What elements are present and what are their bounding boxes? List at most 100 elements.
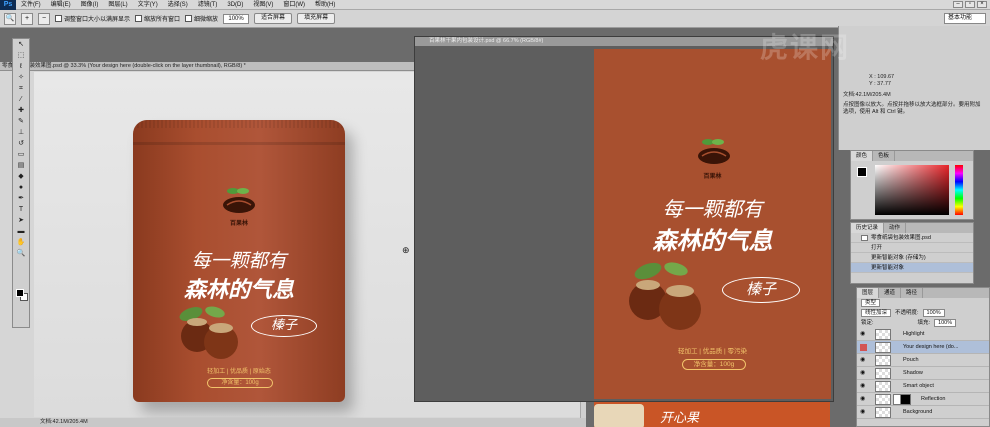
window-controls: – ▫ × (953, 1, 990, 8)
foreground-color-swatch[interactable] (857, 167, 867, 177)
color-panel-tabs: 颜色 色板 (851, 151, 973, 161)
menu-bar: Ps 文件(F) 编辑(E) 图像(I) 图层(L) 文字(Y) 选择(S) 滤… (0, 0, 990, 10)
history-item[interactable]: 更新智能对象 (存储为) (851, 253, 973, 263)
marquee-tool-icon[interactable]: ⬚ (14, 51, 28, 61)
zoom-tool-icon[interactable]: 🔍 (14, 249, 28, 259)
pouch-mockup: 百果林 每一颗都有 森林的气息 榛子 轻加工 | 优品质 | 原始态 净含量：1… (133, 120, 345, 402)
layer-row[interactable]: ◉ Reflection (857, 393, 989, 406)
blur-tool-icon[interactable]: ◆ (14, 172, 28, 182)
layer-thumbnail (875, 381, 891, 392)
minimize-icon[interactable]: – (953, 1, 963, 8)
restore-icon[interactable]: ▫ (965, 1, 975, 8)
magic-wand-tool-icon[interactable]: ✧ (14, 73, 28, 83)
zoom-out-icon[interactable]: − (38, 12, 50, 25)
path-select-tool-icon[interactable]: ➤ (14, 216, 28, 226)
eye-icon[interactable]: ◉ (860, 409, 867, 416)
menu-file[interactable]: 文件(F) (16, 0, 46, 10)
shape-tool-icon[interactable]: ▬ (14, 227, 28, 237)
layer-row[interactable]: ◉ Shadow (857, 367, 989, 380)
type-tool-icon[interactable]: T (14, 205, 28, 215)
stamp-tool-icon[interactable]: ⊥ (14, 128, 28, 138)
menu-help[interactable]: 帮助(H) (310, 0, 340, 10)
tab-history[interactable]: 历史记录 (851, 223, 885, 233)
layer-thumbnail (875, 407, 891, 418)
zoom-in-icon[interactable]: + (21, 12, 33, 25)
pen-tool-icon[interactable]: ✒ (14, 194, 28, 204)
eraser-tool-icon[interactable]: ▭ (14, 150, 28, 160)
menu-layer[interactable]: 图层(L) (103, 0, 132, 10)
hand-tool-icon[interactable]: ✋ (14, 238, 28, 248)
brand-logo (698, 139, 730, 164)
tab-actions[interactable]: 动作 (884, 223, 907, 233)
opacity-field[interactable]: 100% (922, 309, 945, 317)
tab-paths[interactable]: 路径 (901, 288, 924, 298)
menu-window[interactable]: 窗口(W) (278, 0, 310, 10)
history-item[interactable]: 打开 (851, 243, 973, 253)
info-panel: X : 109.67 Y : 37.77 文档:42.1M/205.4M 点按图… (838, 26, 990, 150)
fit-screen-button[interactable]: 适合屏幕 (254, 13, 293, 24)
document-window-third[interactable]: 开心果 (594, 402, 830, 427)
color-field[interactable] (875, 165, 949, 215)
tab-layers[interactable]: 图层 (857, 288, 880, 298)
scrubby-zoom-checkbox[interactable]: 细微缩放 (185, 14, 218, 23)
menu-edit[interactable]: 编辑(E) (46, 0, 76, 10)
menu-image[interactable]: 图像(I) (76, 0, 104, 10)
layer-row[interactable]: ◉ Pouch (857, 354, 989, 367)
tab-channels[interactable]: 通道 (879, 288, 902, 298)
tool-hint: 点按图像以放大。点按并拖移以放大选框部分。要用附加选项，使用 Alt 和 Ctr… (843, 102, 981, 115)
slogan-line-1: 每一颗都有 (191, 250, 287, 272)
eye-icon[interactable]: ◉ (860, 396, 867, 403)
eye-icon[interactable]: ◉ (860, 383, 867, 390)
dodge-tool-icon[interactable]: ● (14, 183, 28, 193)
zoom-value-field[interactable]: 100% (223, 13, 250, 24)
hue-slider[interactable] (955, 165, 963, 215)
toolbox: ↖ ⬚ ℓ ✧ ⌗ ⁄ ✚ ✎ ⊥ ↺ ▭ ▤ ◆ ● ✒ T ➤ ▬ ✋ 🔍 (12, 38, 30, 328)
brush-tool-icon[interactable]: ✎ (14, 117, 28, 127)
x-value: 109.67 (877, 74, 895, 80)
y-value: 37.77 (877, 81, 891, 87)
eye-icon[interactable]: ◉ (860, 370, 867, 377)
layer-row[interactable]: ◉ Smart object (857, 380, 989, 393)
feature-line: 轻加工 | 优品质 | 原始态 (207, 369, 271, 375)
blend-mode-select[interactable]: 线性加深 (861, 309, 892, 317)
layer-row[interactable]: ◉ Background (857, 406, 989, 419)
fill-field[interactable]: 100% (934, 319, 957, 327)
menu-filter[interactable]: 滤镜(T) (193, 0, 223, 10)
foreground-color-swatch[interactable] (16, 289, 24, 297)
close-icon[interactable]: × (977, 1, 987, 8)
history-brush-tool-icon[interactable]: ↺ (14, 139, 28, 149)
move-tool-icon[interactable]: ↖ (14, 40, 28, 50)
crop-tool-icon[interactable]: ⌗ (14, 84, 28, 94)
menu-view[interactable]: 视图(V) (248, 0, 278, 10)
tab-color[interactable]: 颜色 (851, 151, 874, 161)
checkbox-icon (135, 15, 143, 22)
hazelnut-image (179, 306, 238, 359)
menu-select[interactable]: 选择(S) (163, 0, 193, 10)
eye-icon[interactable] (860, 344, 867, 351)
tab-swatches[interactable]: 色板 (873, 151, 896, 161)
layer-filter-select[interactable]: 类型 (861, 299, 881, 307)
gradient-tool-icon[interactable]: ▤ (14, 161, 28, 171)
menu-3d[interactable]: 3D(D) (222, 0, 248, 10)
eye-icon[interactable]: ◉ (860, 331, 867, 338)
zoom-tool-icon[interactable]: 🔍 (4, 12, 16, 25)
lasso-tool-icon[interactable]: ℓ (14, 62, 28, 72)
layer-row[interactable]: Your design here (do... (857, 341, 989, 354)
eyedropper-tool-icon[interactable]: ⁄ (14, 95, 28, 105)
fill-screen-button[interactable]: 填充屏幕 (297, 13, 336, 24)
menu-type[interactable]: 文字(Y) (133, 0, 163, 10)
checkbox-icon (185, 15, 193, 22)
workspace-select[interactable]: 基本功能 (944, 13, 986, 24)
history-snapshot[interactable]: 零食纸袋包装效果图.psd (851, 233, 973, 243)
layer-row[interactable]: ◉ Highlight (857, 328, 989, 341)
pouch-zip (133, 142, 345, 145)
zoom-all-checkbox[interactable]: 缩放所有窗口 (135, 14, 180, 23)
cursor-coordinates: X : 109.67 Y : 37.77 (869, 74, 895, 87)
healing-tool-icon[interactable]: ✚ (14, 106, 28, 116)
layer-filter-row: 类型 (857, 298, 989, 308)
eye-icon[interactable]: ◉ (860, 357, 867, 364)
resize-windows-checkbox[interactable]: 调整窗口大小以满屏显示 (55, 14, 130, 23)
layers-panel-tabs: 图层 通道 路径 (857, 288, 989, 298)
history-panel: 历史记录 动作 零食纸袋包装效果图.psd 打开 更新智能对象 (存储为) 更新… (850, 222, 974, 284)
history-item[interactable]: 更新智能对象 (851, 263, 973, 273)
